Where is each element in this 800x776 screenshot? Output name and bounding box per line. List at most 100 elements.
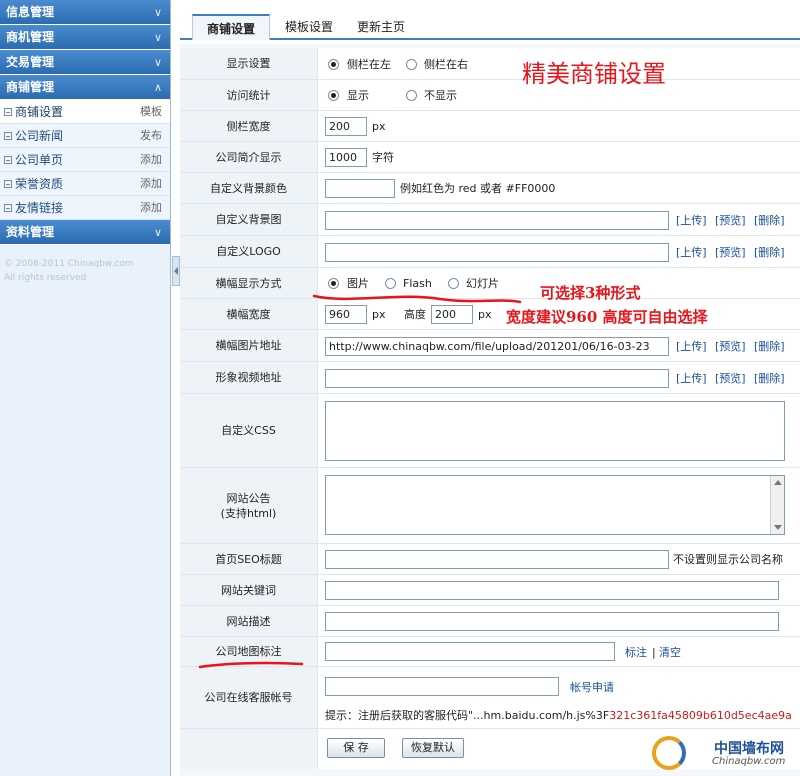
site-watermark-logo: 中国墙布网 Chinaqbw.com xyxy=(640,732,800,776)
copyright: © 2008-2011 Chinaqbw.com All rights rese… xyxy=(0,245,170,297)
field-value: 1000 字符 xyxy=(318,142,800,172)
preview-link[interactable]: [预览] xyxy=(715,372,746,386)
row-video-url: 形象视频地址 [上传] [预览] [删除] xyxy=(180,362,800,394)
sidebar-item-action[interactable]: 添加 xyxy=(140,148,162,172)
save-button[interactable]: 保 存 xyxy=(327,738,385,758)
map-mark-link[interactable]: 标注 xyxy=(625,646,647,660)
field-label: 首页SEO标题 xyxy=(180,544,318,574)
section-label: 商机管理 xyxy=(6,30,55,44)
radio-banner-image[interactable] xyxy=(328,278,339,289)
sidebar-collapse-handle[interactable] xyxy=(172,256,180,286)
bg-image-input[interactable] xyxy=(325,211,669,230)
site-notice-textarea[interactable] xyxy=(325,475,785,535)
delete-link[interactable]: [删除] xyxy=(754,246,785,260)
preview-link[interactable]: [预览] xyxy=(715,246,746,260)
annotation-note-modes: 可选择3种形式 xyxy=(540,284,641,302)
sidebar-item-action[interactable]: 模板 xyxy=(140,100,162,124)
row-display-settings: 显示设置 侧栏在左 侧栏在右 xyxy=(180,48,800,80)
seo-title-input[interactable] xyxy=(325,550,669,569)
row-visit-stats: 访问统计 显示 不显示 xyxy=(180,80,800,111)
sidebar-width-input[interactable]: 200 xyxy=(325,117,367,136)
delete-link[interactable]: [删除] xyxy=(754,214,785,228)
sidebar-section-trade[interactable]: 交易管理 ∨ xyxy=(0,50,170,75)
account-apply-link[interactable]: 帐号申请 xyxy=(570,681,614,695)
field-value: 200 px xyxy=(318,111,800,141)
chevron-double-down-icon: ∨ xyxy=(153,31,162,44)
sidebar-item-action[interactable]: 添加 xyxy=(140,172,162,196)
textarea-scrollbar[interactable] xyxy=(770,476,784,534)
field-label: 横幅显示方式 xyxy=(180,268,318,298)
sidebar: 信息管理 ∨ 商机管理 ∨ 交易管理 ∨ 商铺管理 ∧ 商铺设置 模板 公司新闻 发布 公司… xyxy=(0,0,171,776)
row-intro-length: 公司简介显示 1000 字符 xyxy=(180,142,800,173)
banner-url-input[interactable]: http://www.chinaqbw.com/file/upload/2012… xyxy=(325,337,669,356)
logo-domain: Chinaqbw.com xyxy=(712,756,786,767)
radio-banner-slideshow[interactable] xyxy=(448,278,459,289)
sidebar-item-company-news[interactable]: 公司新闻 发布 xyxy=(0,124,170,148)
field-label: 显示设置 xyxy=(180,48,318,79)
service-account-input[interactable] xyxy=(325,677,559,696)
video-url-input[interactable] xyxy=(325,369,669,388)
sidebar-section-info[interactable]: 信息管理 ∨ xyxy=(0,0,170,25)
preview-link[interactable]: [预览] xyxy=(715,214,746,228)
sidebar-item-action[interactable]: 发布 xyxy=(140,124,162,148)
section-label: 资料管理 xyxy=(6,225,55,239)
delete-link[interactable]: [删除] xyxy=(754,340,785,354)
field-label: 网站关键词 xyxy=(180,575,318,605)
tab-template-settings[interactable]: 模板设置 xyxy=(274,14,344,40)
upload-link[interactable]: [上传] xyxy=(676,246,707,260)
sidebar-section-shop[interactable]: 商铺管理 ∧ xyxy=(0,75,170,100)
custom-css-textarea[interactable] xyxy=(325,401,785,461)
service-tip: 提示：注册后获取的客服代码"...hm.baidu.com/h.js%3F321… xyxy=(325,709,792,723)
sidebar-section-profile[interactable]: 资料管理 ∨ xyxy=(0,220,170,245)
annotation-underline-map xyxy=(198,661,304,669)
row-description: 网站描述 xyxy=(180,606,800,637)
field-label: 自定义CSS xyxy=(180,394,318,467)
radio-label: 显示 xyxy=(347,89,369,102)
map-clear-link[interactable]: 清空 xyxy=(659,646,681,660)
sidebar-item-company-page[interactable]: 公司单页 添加 xyxy=(0,148,170,172)
keywords-input[interactable] xyxy=(325,581,779,600)
sidebar-item-honors[interactable]: 荣誉资质 添加 xyxy=(0,172,170,196)
map-marker-input[interactable] xyxy=(325,642,615,661)
unit-label: px xyxy=(372,308,386,321)
field-value: [上传] [预览] [删除] xyxy=(318,236,800,267)
sidebar-item-shop-settings[interactable]: 商铺设置 模板 xyxy=(0,100,170,124)
scroll-down-icon[interactable] xyxy=(774,525,782,530)
copyright-line: © 2008-2011 Chinaqbw.com xyxy=(4,259,134,269)
tab-shop-settings[interactable]: 商铺设置 xyxy=(192,14,270,40)
radio-label: 图片 xyxy=(347,277,369,290)
bg-color-input[interactable] xyxy=(325,179,395,198)
radio-label: 幻灯片 xyxy=(466,277,499,290)
notice-sublabel: (支持html) xyxy=(220,506,277,520)
sidebar-section-business[interactable]: 商机管理 ∨ xyxy=(0,25,170,50)
annotation-title: 精美商铺设置 xyxy=(522,60,666,88)
delete-link[interactable]: [删除] xyxy=(754,372,785,386)
sidebar-item-action[interactable]: 添加 xyxy=(140,196,162,220)
radio-stats-hide[interactable] xyxy=(406,90,417,101)
row-bg-image: 自定义背景图 [上传] [预览] [删除] xyxy=(180,204,800,236)
tab-bar: 商铺设置 模板设置 更新主页 xyxy=(180,12,800,40)
scroll-up-icon[interactable] xyxy=(774,480,782,485)
radio-stats-show[interactable] xyxy=(328,90,339,101)
reset-default-button[interactable]: 恢复默认 xyxy=(402,738,464,758)
chevron-double-up-icon: ∧ xyxy=(153,81,162,94)
field-label: 访问统计 xyxy=(180,80,318,110)
logo-input[interactable] xyxy=(325,243,669,262)
chevron-double-down-icon: ∨ xyxy=(153,56,162,69)
unit-label: px xyxy=(478,308,492,321)
tab-update-homepage[interactable]: 更新主页 xyxy=(346,14,416,40)
field-label: 形象视频地址 xyxy=(180,362,318,393)
upload-link[interactable]: [上传] xyxy=(676,372,707,386)
upload-link[interactable]: [上传] xyxy=(676,340,707,354)
radio-banner-flash[interactable] xyxy=(385,278,396,289)
unit-label: px xyxy=(372,120,386,133)
row-seo-title: 首页SEO标题 不设置则显示公司名称 xyxy=(180,544,800,575)
sidebar-item-friend-links[interactable]: 友情链接 添加 xyxy=(0,196,170,220)
upload-link[interactable]: [上传] xyxy=(676,214,707,228)
tip-code: 321c361fa45809b610d5ec4ae9a xyxy=(609,709,792,722)
intro-length-input[interactable]: 1000 xyxy=(325,148,367,167)
description-input[interactable] xyxy=(325,612,779,631)
radio-sidebar-left[interactable] xyxy=(328,59,339,70)
radio-sidebar-right[interactable] xyxy=(406,59,417,70)
preview-link[interactable]: [预览] xyxy=(715,340,746,354)
